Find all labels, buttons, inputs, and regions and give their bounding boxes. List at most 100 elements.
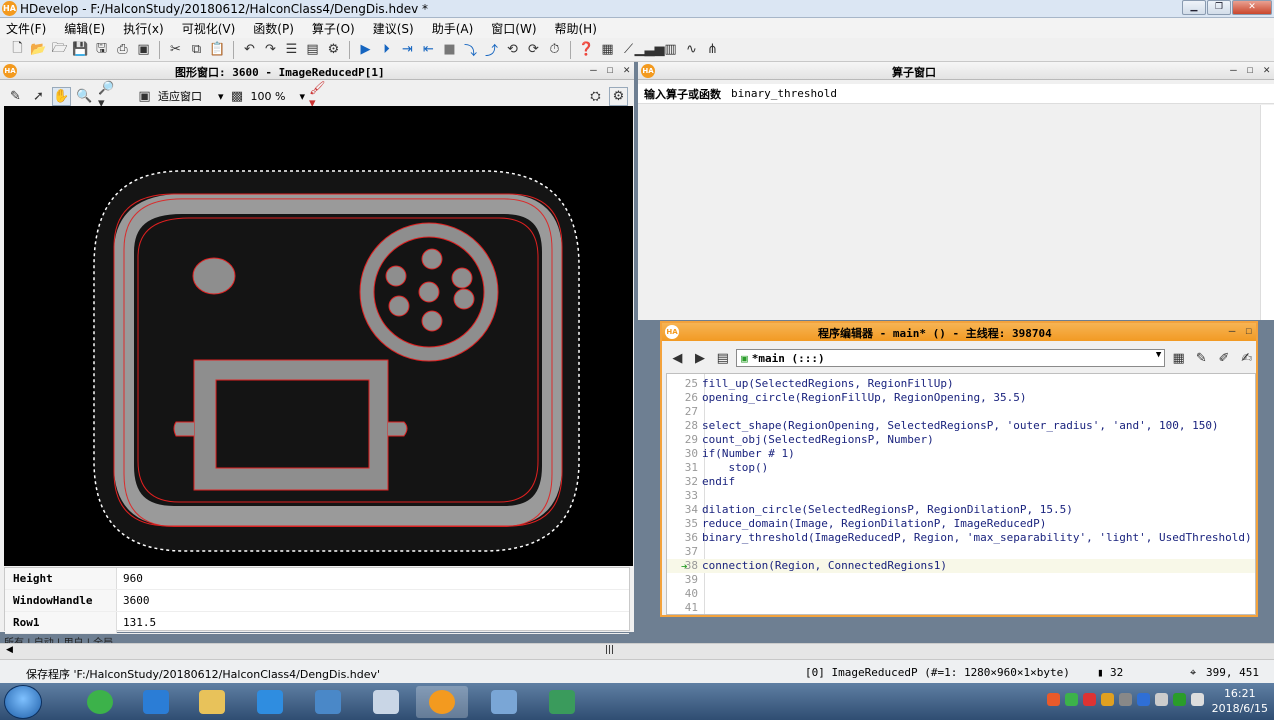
taskbar-app-green[interactable] bbox=[536, 686, 588, 718]
restore-button[interactable]: ❐ bbox=[1207, 0, 1231, 15]
zoom-level[interactable]: 100 % bbox=[251, 90, 286, 103]
menu-window[interactable]: 窗口(W) bbox=[491, 20, 536, 37]
bluetooth-icon[interactable] bbox=[1137, 693, 1150, 706]
taskbar-app-screenshot[interactable] bbox=[302, 686, 354, 718]
code-line[interactable]: 39 bbox=[667, 573, 1255, 587]
menu-file[interactable]: 文件(F) bbox=[6, 20, 46, 37]
print-icon[interactable]: ⎙ bbox=[113, 40, 132, 59]
menu-edit[interactable]: 编辑(E) bbox=[64, 20, 105, 37]
start-button[interactable] bbox=[4, 685, 42, 719]
taskbar-app-explorer[interactable] bbox=[186, 686, 238, 718]
procedure-table-icon[interactable]: ▦ bbox=[1169, 349, 1188, 368]
taskbar-app-window[interactable] bbox=[478, 686, 530, 718]
code-line[interactable]: 35 reduce_domain(Image, RegionDilationP, … bbox=[667, 517, 1255, 531]
menu-assistants[interactable]: 助手(A) bbox=[432, 20, 474, 37]
run-icon[interactable]: ▶ bbox=[356, 40, 375, 59]
minimize-button[interactable]: ▁ bbox=[1182, 0, 1206, 15]
paint-icon[interactable]: 🖌▾ bbox=[309, 81, 328, 111]
maximize-icon[interactable]: ☐ bbox=[1247, 63, 1254, 76]
open-file-icon[interactable]: 📂 bbox=[29, 40, 48, 59]
table-row[interactable]: Row1 131.5 bbox=[5, 612, 629, 634]
close-icon[interactable]: ✕ bbox=[1263, 63, 1270, 76]
operator-scrollbar[interactable] bbox=[1260, 105, 1274, 320]
graphics-settings-icon[interactable]: ⛭ bbox=[586, 87, 605, 106]
step-out-icon[interactable]: ⤴ bbox=[482, 40, 501, 59]
code-line[interactable]: 36 binary_threshold(ImageReducedP, Region… bbox=[667, 531, 1255, 545]
zoom-icon[interactable]: 🔍 bbox=[75, 87, 94, 106]
tray-icon[interactable] bbox=[1119, 693, 1132, 706]
taskbar-app-qq[interactable] bbox=[130, 686, 182, 718]
edit-interface-icon[interactable]: ✎ bbox=[1192, 349, 1211, 368]
pen-icon[interactable]: ✎ bbox=[6, 87, 25, 106]
network-icon[interactable] bbox=[1155, 693, 1168, 706]
code-line[interactable]: 40 bbox=[667, 587, 1255, 601]
minimize-icon[interactable]: — bbox=[590, 63, 597, 76]
step-back-icon[interactable]: ⇤ bbox=[419, 40, 438, 59]
help-icon[interactable]: ❓ bbox=[577, 40, 596, 59]
histogram-icon[interactable]: ▁▃▅ bbox=[635, 40, 665, 59]
redo-icon[interactable]: ↷ bbox=[261, 40, 280, 59]
feature-inspection-icon[interactable]: ▥ bbox=[661, 40, 680, 59]
menu-execute[interactable]: 执行(x) bbox=[123, 20, 163, 37]
hand-move-icon[interactable]: ✋ bbox=[52, 86, 71, 106]
code-line[interactable]: 31 stop() bbox=[667, 461, 1255, 475]
fit-window-dropdown-icon[interactable]: ▾ bbox=[218, 90, 224, 103]
fit-window-icon[interactable]: ▣ bbox=[135, 87, 154, 106]
taskbar-app-360[interactable] bbox=[74, 686, 126, 718]
menu-suggestions[interactable]: 建议(S) bbox=[373, 20, 414, 37]
tray-icon[interactable] bbox=[1047, 693, 1060, 706]
code-line[interactable]: 34 dilation_circle(SelectedRegionsP, Regi… bbox=[667, 503, 1255, 517]
scroll-grip-icon[interactable]: ||| bbox=[605, 645, 614, 655]
menu-procedures[interactable]: 函数(P) bbox=[253, 20, 294, 37]
taskbar-app-halcon[interactable] bbox=[416, 686, 468, 718]
back-arrow-icon[interactable]: ◀ bbox=[668, 349, 687, 368]
activate-icon[interactable]: ▤ bbox=[303, 40, 322, 59]
fit-window-label[interactable]: 适应窗口 bbox=[158, 88, 202, 104]
minimize-icon[interactable]: — bbox=[1230, 63, 1237, 76]
table-row[interactable]: Height 960 bbox=[5, 568, 629, 590]
code-line[interactable]: 41 bbox=[667, 601, 1255, 614]
reset-all-icon[interactable]: ⟳ bbox=[524, 40, 543, 59]
code-line[interactable]: 26 opening_circle(RegionFillUp, RegionOpe… bbox=[667, 391, 1255, 405]
minimize-icon[interactable]: — bbox=[1229, 324, 1236, 337]
save-icon[interactable]: 💾 bbox=[71, 40, 90, 59]
procedure-select[interactable]: ▣ *main (:::) ▼ bbox=[736, 349, 1166, 367]
timer-icon[interactable]: ⏱ bbox=[545, 40, 564, 59]
close-icon[interactable]: ✕ bbox=[623, 63, 630, 76]
zoom-dropdown-icon[interactable]: 🔎▾ bbox=[98, 81, 117, 111]
find-icon[interactable]: ☰ bbox=[282, 40, 301, 59]
image-canvas[interactable] bbox=[4, 106, 633, 566]
procedure-list-icon[interactable]: ▤ bbox=[713, 349, 732, 368]
code-line[interactable]: 30 if(Number # 1) bbox=[667, 447, 1255, 461]
zoom-level-dropdown-icon[interactable]: ▾ bbox=[299, 90, 305, 103]
tray-icon[interactable] bbox=[1083, 693, 1096, 706]
menu-operators[interactable]: 算子(O) bbox=[312, 20, 355, 37]
tray-icon[interactable] bbox=[1101, 693, 1114, 706]
maximize-icon[interactable]: ☐ bbox=[607, 63, 614, 76]
code-line[interactable]: 25 fill_up(SelectedRegions, RegionFillUp) bbox=[667, 377, 1255, 391]
code-line[interactable]: 38 connection(Region, ConnectedRegions1) ➔ bbox=[667, 559, 1255, 573]
table-row[interactable]: WindowHandle 3600 bbox=[5, 590, 629, 612]
run-to-cursor-icon[interactable]: ⏵ bbox=[377, 40, 396, 59]
export-icon[interactable]: ▣ bbox=[134, 40, 153, 59]
menu-help[interactable]: 帮助(H) bbox=[555, 20, 597, 37]
stop-icon[interactable]: ■ bbox=[440, 40, 459, 59]
undo-icon[interactable]: ↶ bbox=[240, 40, 259, 59]
profiler-icon[interactable]: ⚙ bbox=[324, 40, 343, 59]
save-as-icon[interactable]: 🖫 bbox=[92, 40, 111, 59]
code-area[interactable]: 25 fill_up(SelectedRegions, RegionFillUp)… bbox=[666, 373, 1256, 615]
forward-arrow-icon[interactable]: ▶ bbox=[691, 349, 710, 368]
code-line[interactable]: 27 bbox=[667, 405, 1255, 419]
maximize-icon[interactable]: ☐ bbox=[1245, 324, 1252, 337]
operator-input[interactable]: binary_threshold bbox=[731, 87, 837, 100]
paste-icon[interactable]: 📋 bbox=[208, 40, 227, 59]
tray-icon[interactable] bbox=[1173, 693, 1186, 706]
taskbar-app-paint[interactable] bbox=[360, 686, 412, 718]
edit-procedure-icon[interactable]: ✐ bbox=[1215, 349, 1234, 368]
horizontal-scrollbar[interactable]: ◀ ||| bbox=[0, 643, 1274, 659]
code-line[interactable]: 29 count_obj(SelectedRegionsP, Number) bbox=[667, 433, 1255, 447]
tray-icon[interactable] bbox=[1065, 693, 1078, 706]
new-file-icon[interactable]: 🗋 bbox=[8, 40, 27, 59]
menu-visualize[interactable]: 可视化(V) bbox=[182, 20, 236, 37]
step-into-icon[interactable]: ⤵ bbox=[461, 40, 480, 59]
